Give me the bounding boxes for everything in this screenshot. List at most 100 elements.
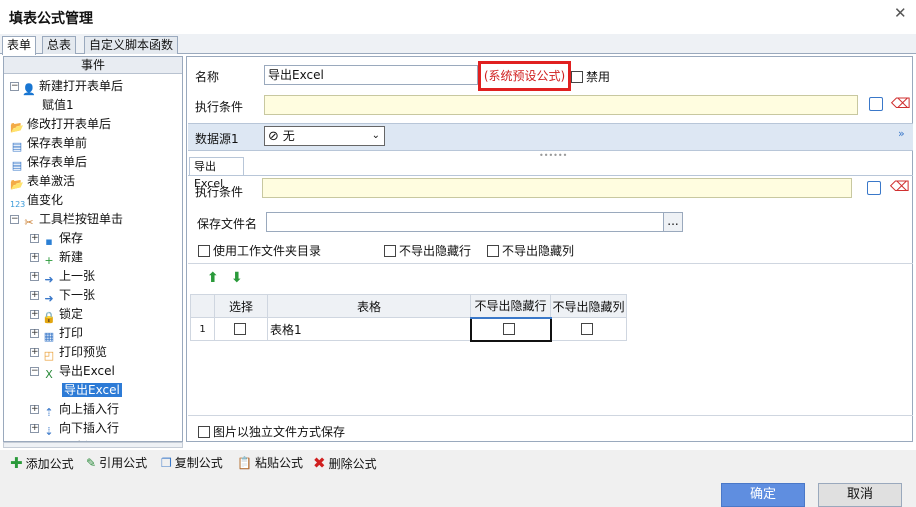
tree-node-label: 下一张 — [59, 288, 96, 302]
expander-icon[interactable]: + — [30, 329, 39, 338]
exec-condition-input[interactable] — [264, 95, 858, 115]
paste-icon: 📋 — [237, 455, 252, 470]
move-up-icon[interactable]: ⬆ — [207, 270, 219, 286]
exec-condition2-input[interactable] — [262, 178, 852, 198]
tree-node[interactable]: ▤ 保存表单后 — [10, 153, 87, 172]
expander-icon[interactable]: + — [30, 405, 39, 414]
folder-open-icon: 📂 — [10, 121, 24, 134]
grid-header-row: 选择 表格 不导出隐藏行 不导出隐藏列 — [190, 294, 627, 319]
image-separate-option[interactable]: 图片以独立文件方式保存 — [198, 423, 345, 440]
use-workdir-option[interactable]: 使用工作文件夹目录 — [198, 242, 321, 259]
collapse-icon[interactable]: » — [898, 127, 905, 140]
col-table[interactable]: 表格 — [267, 294, 471, 318]
tree-node[interactable]: + ⇣ 向下插入行 — [30, 419, 119, 438]
disable-checkbox[interactable]: 禁用 — [571, 68, 610, 85]
tab-summary[interactable]: 总表 — [42, 36, 77, 54]
divider — [188, 263, 913, 264]
expander-icon[interactable]: + — [30, 291, 39, 300]
event-tree: 事件 − 👤 新建打开表单后 赋值1 📂 修改打开表单后 ▤ 保存表单前 ▤ 保存表单后 📂 表单激活… — [3, 56, 183, 442]
add-icon: + — [44, 254, 54, 267]
tree-node[interactable]: ▤ 保存表单前 — [10, 134, 87, 153]
add-formula-button[interactable]: ✚ 添加公式 — [10, 454, 74, 472]
col-select[interactable]: 选择 — [214, 294, 268, 318]
tree-node[interactable]: + ➜ 上一张 — [30, 267, 95, 286]
tree-node-label: 新建 — [59, 250, 84, 264]
expander-icon[interactable]: − — [10, 82, 19, 91]
image-check-icon[interactable] — [198, 426, 210, 438]
tree-node[interactable]: + ➜ 下一张 — [30, 286, 95, 305]
tree-node[interactable]: + ▪ 保存 — [30, 229, 83, 248]
edit2-icon[interactable] — [867, 181, 881, 195]
workdir-check-icon[interactable] — [198, 245, 210, 257]
cancel-button[interactable]: 取消 — [818, 483, 902, 507]
tree-node-label: 上一张 — [59, 269, 96, 283]
tab-form[interactable]: 表单 — [2, 36, 37, 55]
expander-icon[interactable]: + — [30, 348, 39, 357]
tree-scrollbar[interactable] — [3, 442, 183, 448]
tree-node[interactable]: 📂 表单激活 — [10, 172, 75, 191]
tab-export-excel[interactable]: 导出Excel — [189, 157, 244, 190]
excel-icon: X — [45, 368, 53, 381]
expander-icon[interactable]: + — [30, 253, 39, 262]
tree-node[interactable]: − 👤 新建打开表单后 — [10, 77, 123, 96]
paste-formula-button[interactable]: 📋 粘贴公式 — [237, 454, 303, 471]
row-select-check-icon[interactable] — [233, 323, 246, 335]
disable-check-icon[interactable] — [571, 71, 583, 83]
eraser-icon[interactable]: ⌫ — [891, 96, 911, 112]
col-skip-hidden-cols[interactable]: 不导出隐藏列 — [550, 294, 627, 318]
skip-hidden-cols-option[interactable]: 不导出隐藏列 — [487, 242, 574, 259]
tree-node[interactable]: − X 导出Excel — [30, 362, 115, 381]
tree-node[interactable]: + + 新建 — [30, 248, 83, 267]
tree-node-label: 向上插入行 — [59, 402, 120, 416]
tree-node[interactable]: + 🔒 锁定 — [30, 305, 83, 324]
hidecol-check-icon[interactable] — [487, 245, 499, 257]
folder-open-icon: 📂 — [10, 178, 24, 191]
row-hiderow-cell[interactable] — [469, 316, 552, 342]
eraser2-icon[interactable]: ⌫ — [890, 179, 910, 195]
save-doc-icon: ▤ — [11, 140, 23, 153]
copy-formula-button[interactable]: ❐ 复制公式 — [161, 454, 223, 471]
tree-node[interactable]: 📂 修改打开表单后 — [10, 115, 111, 134]
plus-icon: ✚ — [10, 454, 23, 472]
skip-hidden-rows-option[interactable]: 不导出隐藏行 — [384, 242, 471, 259]
tree-node[interactable]: + ▦ 打印 — [30, 324, 83, 343]
tree-node[interactable]: − ✂ 工具栏按钮单击 — [10, 210, 123, 229]
expander-icon[interactable]: − — [30, 367, 39, 376]
expander-icon[interactable]: + — [30, 272, 39, 281]
browse-button[interactable]: ... — [663, 212, 683, 232]
tree-node-label: 锁定 — [59, 307, 84, 321]
tree-node[interactable]: 123 值变化 — [10, 191, 63, 210]
save-file-input[interactable] — [266, 212, 664, 232]
expander-icon[interactable]: + — [30, 310, 39, 319]
row-hiderow-check-icon[interactable] — [503, 323, 515, 335]
edit-icon[interactable] — [869, 97, 883, 111]
tree-node[interactable]: + ◰ 打印预览 — [30, 343, 107, 362]
tree-node[interactable]: + ⇡ 向上插入行 — [30, 400, 119, 419]
row-select-cell[interactable] — [214, 317, 268, 341]
image-option-label: 图片以独立文件方式保存 — [213, 425, 346, 439]
tree-node[interactable]: 导出Excel — [50, 381, 122, 400]
row-hidecol-cell[interactable] — [550, 317, 627, 341]
reference-formula-button[interactable]: ✎ 引用公式 — [86, 454, 147, 471]
col-skip-hidden-rows[interactable]: 不导出隐藏行 — [470, 294, 551, 319]
delete-formula-button[interactable]: ✖ 删除公式 — [313, 454, 377, 472]
row-hidecol-check-icon[interactable] — [581, 323, 594, 335]
close-icon[interactable]: ✕ — [894, 4, 907, 22]
datasource-select[interactable]: ⊘ 无 ⌄ — [264, 126, 385, 146]
tree-node[interactable]: 赋值1 — [30, 96, 74, 115]
splitter-grip[interactable]: •••••• — [539, 151, 567, 160]
tree-node-label: 导出Excel — [62, 383, 122, 397]
expander-icon[interactable]: + — [30, 424, 39, 433]
exec-condition2-label: 执行条件 — [195, 185, 244, 199]
hiderow-check-icon[interactable] — [384, 245, 396, 257]
delete-icon: ✖ — [313, 454, 326, 472]
expander-icon[interactable]: + — [30, 234, 39, 243]
expander-icon[interactable]: − — [10, 215, 19, 224]
ok-button[interactable]: 确定 — [721, 483, 805, 507]
divider2 — [188, 415, 913, 416]
tools-icon: ✂ — [24, 216, 34, 229]
name-input[interactable]: 导出Excel — [264, 65, 478, 85]
move-down-icon[interactable]: ⬇ — [231, 270, 243, 286]
tab-custom-script[interactable]: 自定义脚本函数 — [84, 36, 179, 54]
table-row: 1 表格1 — [190, 316, 627, 342]
